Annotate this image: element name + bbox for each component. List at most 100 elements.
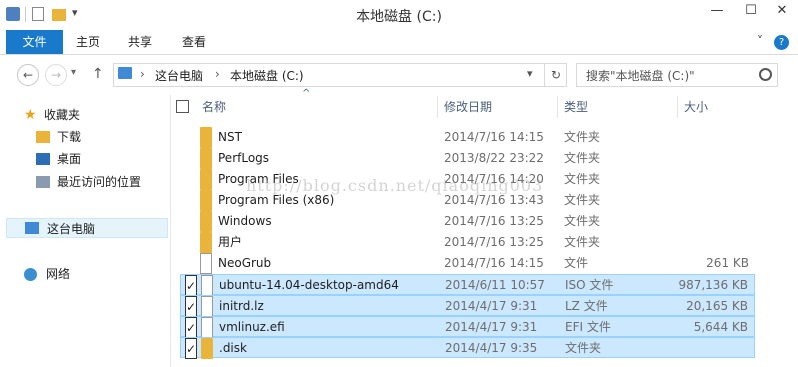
file-icon: [201, 296, 213, 317]
file-type: LZ 文件: [565, 299, 608, 313]
search-icon[interactable]: [759, 68, 772, 81]
file-date: 2014/7/16 14:15: [444, 256, 544, 270]
row-checkbox[interactable]: ✓: [185, 338, 197, 359]
file-type: 文件夹: [564, 193, 601, 207]
window-title: 本地磁盘 (C:): [356, 9, 442, 25]
file-type: 文件夹: [564, 172, 601, 186]
desktop-icon: [36, 153, 50, 165]
forward-button[interactable]: →: [45, 64, 67, 86]
file-type: 文件夹: [565, 341, 602, 355]
breadcrumb-this-pc[interactable]: 这台电脑: [155, 67, 203, 84]
file-type: 文件夹: [564, 214, 601, 228]
file-date: 2014/7/16 13:25: [444, 214, 544, 228]
nav-favorites-label: 收藏夹: [44, 108, 81, 122]
file-type: 文件夹: [564, 130, 601, 144]
file-date: 2014/6/11 10:57: [445, 278, 545, 292]
file-row[interactable]: PerfLogs 2013/8/22 23:22 文件夹: [180, 148, 755, 169]
tab-share[interactable]: 共享: [120, 30, 160, 54]
select-all-checkbox[interactable]: [176, 100, 189, 113]
folder-icon: [200, 127, 212, 148]
file-row[interactable]: ✓ ubuntu-14.04-desktop-amd64 2014/6/11 10:…: [180, 274, 755, 296]
column-header-type[interactable]: 类型: [564, 96, 588, 118]
nav-network[interactable]: 网络: [0, 264, 168, 284]
nav-this-pc[interactable]: 这台电脑: [6, 218, 168, 238]
file-date: 2014/4/17 9:35: [445, 341, 538, 355]
file-date: 2014/4/17 9:31: [445, 320, 538, 334]
computer-icon: [118, 67, 132, 79]
file-type: ISO 文件: [565, 278, 614, 292]
ribbon-expand-button[interactable]: ˅: [752, 34, 768, 48]
file-date: 2014/7/16 13:25: [444, 235, 544, 249]
file-type: 文件: [564, 256, 589, 270]
downloads-icon: [36, 131, 50, 143]
column-divider[interactable]: [677, 96, 678, 118]
up-button[interactable]: ↑: [92, 66, 104, 82]
file-name: ubuntu-14.04-desktop-amd64: [219, 278, 399, 292]
file-name: vmlinuz.efi: [219, 320, 285, 334]
nav-desktop-label: 桌面: [57, 152, 82, 166]
folder-icon: [200, 211, 212, 232]
file-name: initrd.lz: [219, 299, 264, 313]
folder-icon: [200, 232, 212, 253]
file-name: Windows: [218, 214, 272, 228]
nav-downloads[interactable]: 下载: [0, 127, 168, 147]
column-header-date[interactable]: 修改日期: [444, 96, 492, 118]
folder-icon: [200, 148, 212, 169]
computer-icon: [25, 222, 39, 234]
nav-favorites[interactable]: ★ 收藏夹: [0, 105, 168, 125]
tab-view[interactable]: 查看: [174, 30, 214, 54]
folder-icon: [200, 169, 212, 190]
breadcrumb-separator: ›: [215, 67, 220, 81]
minimize-button[interactable]: —: [700, 0, 734, 22]
file-row[interactable]: 用户 2014/7/16 13:25 文件夹: [180, 232, 755, 253]
file-date: 2014/7/16 14:15: [444, 130, 544, 144]
folder-icon: [201, 338, 213, 359]
nav-network-label: 网络: [46, 267, 71, 281]
file-row[interactable]: NeoGrub 2014/7/16 14:15 文件 261 KB: [180, 253, 755, 274]
file-name: .disk: [219, 341, 247, 355]
file-name: NeoGrub: [218, 256, 272, 270]
column-header-name[interactable]: 名称: [202, 96, 226, 118]
recent-locations-icon[interactable]: ▾: [71, 67, 76, 78]
file-date: 2013/8/22 23:22: [444, 151, 544, 165]
file-type: 文件夹: [564, 151, 601, 165]
watermark: http://blog.csdn.net/qiaoqing003: [246, 176, 544, 195]
tab-file[interactable]: 文件: [6, 30, 63, 54]
row-checkbox[interactable]: ✓: [185, 317, 197, 338]
search-box[interactable]: 搜索"本地磁盘 (C:)": [576, 63, 778, 87]
nav-desktop[interactable]: 桌面: [0, 149, 168, 169]
help-icon[interactable]: ?: [774, 35, 789, 50]
refresh-button[interactable]: ↻: [544, 64, 567, 86]
folder-icon: [200, 190, 212, 211]
sort-indicator-icon: ^: [302, 88, 311, 99]
file-date: 2014/4/17 9:31: [445, 299, 538, 313]
nav-recent-places-label: 最近访问的位置: [57, 175, 142, 189]
star-icon: ★: [24, 107, 37, 123]
close-button[interactable]: ✕: [766, 0, 798, 22]
file-name: PerfLogs: [218, 151, 270, 165]
maximize-button[interactable]: ☐: [734, 0, 768, 22]
search-input[interactable]: 搜索"本地磁盘 (C:)": [586, 67, 695, 84]
file-row[interactable]: Windows 2014/7/16 13:25 文件夹: [180, 211, 755, 232]
file-icon: [200, 253, 212, 274]
file-row[interactable]: ✓ .disk 2014/4/17 9:35 文件夹: [180, 337, 755, 359]
breadcrumb-separator: ›: [140, 67, 145, 81]
row-checkbox[interactable]: ✓: [185, 275, 197, 296]
back-button[interactable]: ←: [17, 64, 39, 86]
tab-home[interactable]: 主页: [68, 30, 108, 54]
file-icon: [201, 317, 213, 338]
column-divider[interactable]: [557, 96, 558, 118]
file-row[interactable]: ✓ initrd.lz 2014/4/17 9:31 LZ 文件 20,165 KB: [180, 295, 755, 317]
file-row[interactable]: ✓ vmlinuz.efi 2014/4/17 9:31 EFI 文件 5,644 KB: [180, 316, 755, 338]
address-bar[interactable]: › 这台电脑 › 本地磁盘 (C:) ▾ ↻: [113, 63, 567, 87]
recent-places-icon: [36, 176, 50, 188]
column-header-size[interactable]: 大小: [684, 96, 708, 118]
breadcrumb-local-disk[interactable]: 本地磁盘 (C:): [230, 67, 304, 84]
file-row[interactable]: NST 2014/7/16 14:15 文件夹: [180, 127, 755, 148]
file-type: 文件夹: [564, 235, 601, 249]
nav-recent-places[interactable]: 最近访问的位置: [0, 172, 168, 192]
address-dropdown-icon[interactable]: ▾: [527, 67, 533, 80]
nav-downloads-label: 下载: [57, 130, 82, 144]
row-checkbox[interactable]: ✓: [185, 296, 197, 317]
column-divider[interactable]: [437, 96, 438, 118]
